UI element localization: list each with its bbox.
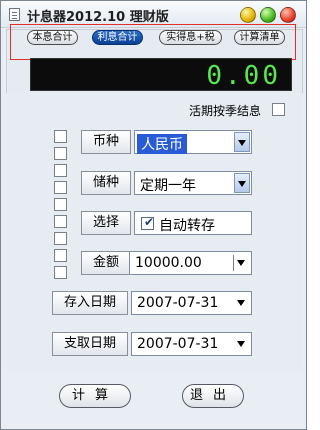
withdraw-date-picker[interactable]: 2007-07-31	[131, 332, 252, 356]
currency-label-button[interactable]: 币种	[81, 130, 131, 154]
auto-renew-label: 自动转存	[159, 218, 215, 234]
result-display: 0.00	[30, 58, 292, 91]
calculate-button[interactable]: 计算	[59, 384, 131, 408]
choice-label-button[interactable]: 选择	[81, 211, 131, 235]
live-quarterly-checkbox[interactable]	[272, 103, 285, 116]
row-checkbox-9[interactable]	[54, 266, 67, 279]
tab-principal-interest-total[interactable]: 本息合计	[27, 30, 78, 45]
currency-select[interactable]: 人民币	[134, 130, 252, 154]
result-value: 0.00	[206, 61, 281, 91]
auto-renew-field[interactable]: ✔ 自动转存	[134, 211, 252, 235]
row-checkbox-4[interactable]	[54, 181, 67, 194]
row-checkbox-7[interactable]	[54, 232, 67, 245]
calculator-window: 计息器2012.10 理财版 本息合计 利息合计 实得息+税 计算清单 0.00…	[0, 0, 307, 430]
deposit-date-label-button[interactable]: 存入日期	[52, 291, 128, 315]
chevron-down-icon[interactable]	[234, 173, 250, 193]
withdraw-date-value: 2007-07-31	[137, 336, 219, 352]
window-title: 计息器2012.10 理财版	[27, 10, 169, 25]
deposit-type-select[interactable]: 定期一年	[134, 171, 252, 195]
maximize-button[interactable]	[260, 7, 276, 23]
chevron-down-icon[interactable]	[234, 334, 250, 354]
auto-renew-checkbox[interactable]: ✔	[141, 215, 155, 230]
deposit-date-value: 2007-07-31	[137, 295, 219, 311]
row-checkbox-5[interactable]	[54, 198, 67, 211]
amount-value: 10000.00	[135, 255, 202, 271]
tab-net-interest-tax[interactable]: 实得息+税	[159, 30, 222, 45]
tab-calculation-list[interactable]: 计算清单	[234, 30, 285, 45]
amount-input[interactable]: 10000.00	[129, 251, 252, 275]
currency-value: 人民币	[137, 134, 187, 154]
deposit-type-value: 定期一年	[140, 178, 196, 194]
exit-button[interactable]: 退出	[182, 384, 244, 408]
close-button[interactable]	[280, 7, 296, 23]
chevron-down-icon[interactable]	[234, 253, 250, 273]
chevron-down-icon[interactable]	[234, 293, 250, 313]
amount-label-button[interactable]: 金额	[81, 251, 131, 275]
chevron-down-icon[interactable]	[234, 132, 250, 152]
checkmark-icon: ✔	[144, 215, 155, 229]
deposit-type-label-button[interactable]: 储种	[81, 171, 131, 195]
live-quarterly-label: 活期按季结息	[189, 104, 262, 118]
minimize-button[interactable]	[240, 7, 256, 23]
row-checkbox-1[interactable]	[54, 130, 67, 143]
row-checkbox-3[interactable]	[54, 164, 67, 177]
withdraw-date-label-button[interactable]: 支取日期	[52, 332, 128, 356]
deposit-date-picker[interactable]: 2007-07-31	[131, 291, 252, 315]
row-checkbox-8[interactable]	[54, 249, 67, 262]
row-checkbox-6[interactable]	[54, 215, 67, 228]
app-icon	[9, 8, 20, 21]
tab-interest-total[interactable]: 利息合计	[92, 30, 143, 45]
row-checkbox-2[interactable]	[54, 147, 67, 160]
